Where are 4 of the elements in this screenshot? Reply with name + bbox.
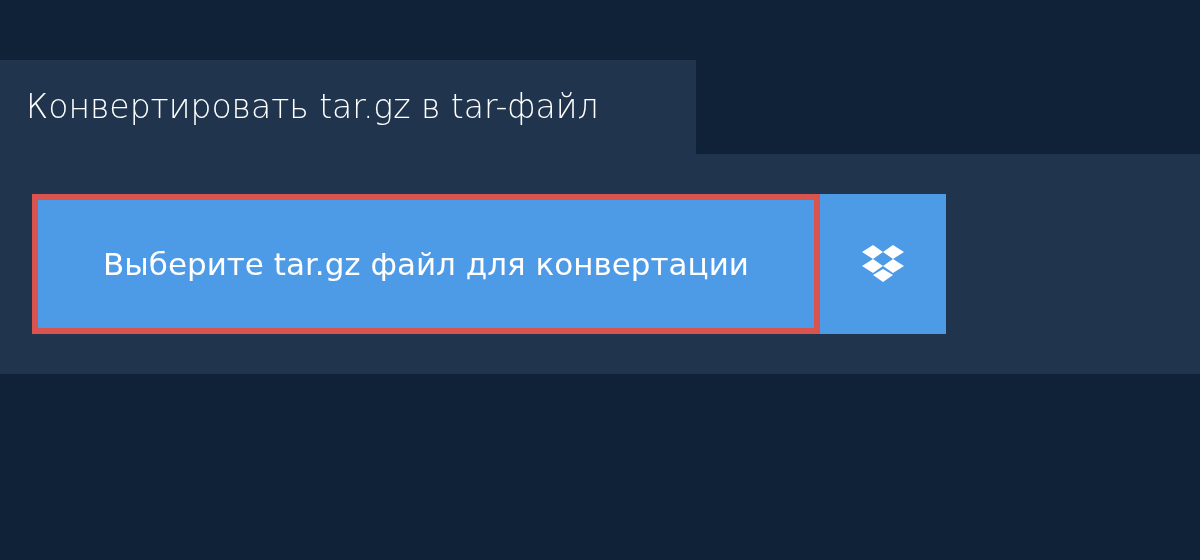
page-title: Конвертировать tar.gz в tar-файл (26, 86, 599, 129)
cloud-upload-button[interactable] (820, 194, 946, 334)
diamonds-icon (862, 245, 904, 283)
choose-file-button[interactable]: Выберите tar.gz файл для конвертации (32, 194, 820, 334)
